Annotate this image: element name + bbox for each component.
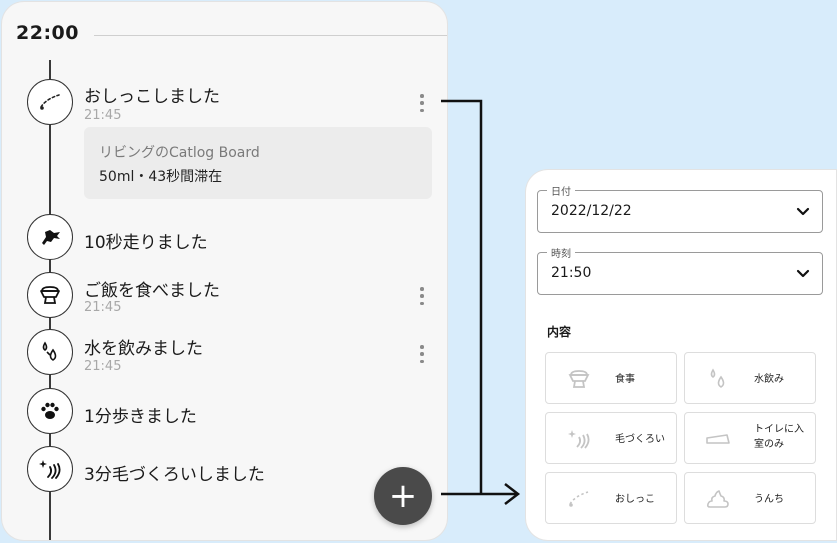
water-drops-icon: [27, 329, 73, 375]
chevron-down-icon: [796, 269, 810, 278]
option-pee[interactable]: おしっこ: [545, 472, 677, 524]
date-label: 日付: [547, 183, 575, 198]
option-label-line2: 室のみ: [754, 439, 784, 450]
entry-time: 21:45: [84, 359, 122, 374]
chevron-down-icon: [796, 207, 810, 216]
more-options-icon[interactable]: [414, 285, 430, 307]
poop-icon: [706, 490, 729, 508]
paw-icon: [27, 388, 73, 434]
option-label: 食事: [615, 374, 635, 385]
content-section-label: 内容: [547, 325, 572, 339]
add-entry-button[interactable]: +: [374, 467, 432, 525]
entry-stats: 50ml・43秒間滞在: [99, 169, 223, 185]
timeline-panel: 22:00 おしっこしました 21:45 リビングのCatlog Board 5…: [2, 2, 447, 540]
food-bowl-icon: [27, 272, 73, 318]
entry-title: 1分歩きました: [84, 407, 197, 427]
more-options-icon[interactable]: [414, 343, 430, 365]
grooming-icon: [27, 446, 73, 492]
time-value: 21:50: [551, 265, 592, 281]
date-select[interactable]: 日付 2022/12/22: [537, 183, 823, 233]
entry-title: ご飯を食べました: [84, 281, 220, 301]
time-label: 時刻: [547, 245, 575, 260]
record-form-panel: 日付 2022/12/22 時刻 21:50 内容 食事 水飲み 毛づくろい ト…: [526, 170, 836, 540]
entry-time: 21:45: [84, 108, 122, 123]
more-options-icon[interactable]: [414, 92, 430, 114]
option-label: おしっこ: [615, 494, 655, 505]
pee-icon: [27, 79, 73, 125]
divider: [94, 35, 447, 36]
pee-icon: [569, 491, 589, 507]
food-bowl-icon: [568, 370, 590, 388]
water-drops-icon: [710, 368, 725, 388]
time-select[interactable]: 時刻 21:50: [537, 245, 823, 295]
entry-title: おしっこしました: [84, 87, 220, 107]
entry-detail-card: リビングのCatlog Board 50ml・43秒間滞在: [84, 127, 432, 199]
option-grooming[interactable]: 毛づくろい: [545, 412, 677, 464]
entry-title: 10秒走りました: [84, 233, 208, 253]
date-value: 2022/12/22: [551, 203, 632, 219]
time-header: 22:00: [16, 22, 79, 44]
entry-title: 3分毛づくろいしました: [84, 465, 265, 485]
option-water[interactable]: 水飲み: [684, 352, 816, 404]
entry-time: 21:45: [84, 300, 122, 315]
toilet-icon: [706, 434, 730, 444]
option-label: トイレに入 室のみ: [754, 422, 804, 452]
entry-title: 水を飲みました: [84, 339, 203, 359]
grooming-icon: [568, 430, 590, 449]
device-name: リビングのCatlog Board: [99, 145, 260, 161]
option-food[interactable]: 食事: [545, 352, 677, 404]
option-poop[interactable]: うんち: [684, 472, 816, 524]
option-toilet-only[interactable]: トイレに入 室のみ: [684, 412, 816, 464]
option-label-line1: トイレに入: [754, 424, 804, 435]
option-label: 水飲み: [754, 374, 784, 385]
option-label: うんち: [754, 494, 784, 505]
option-label: 毛づくろい: [615, 434, 665, 445]
running-cat-icon: [27, 214, 73, 260]
